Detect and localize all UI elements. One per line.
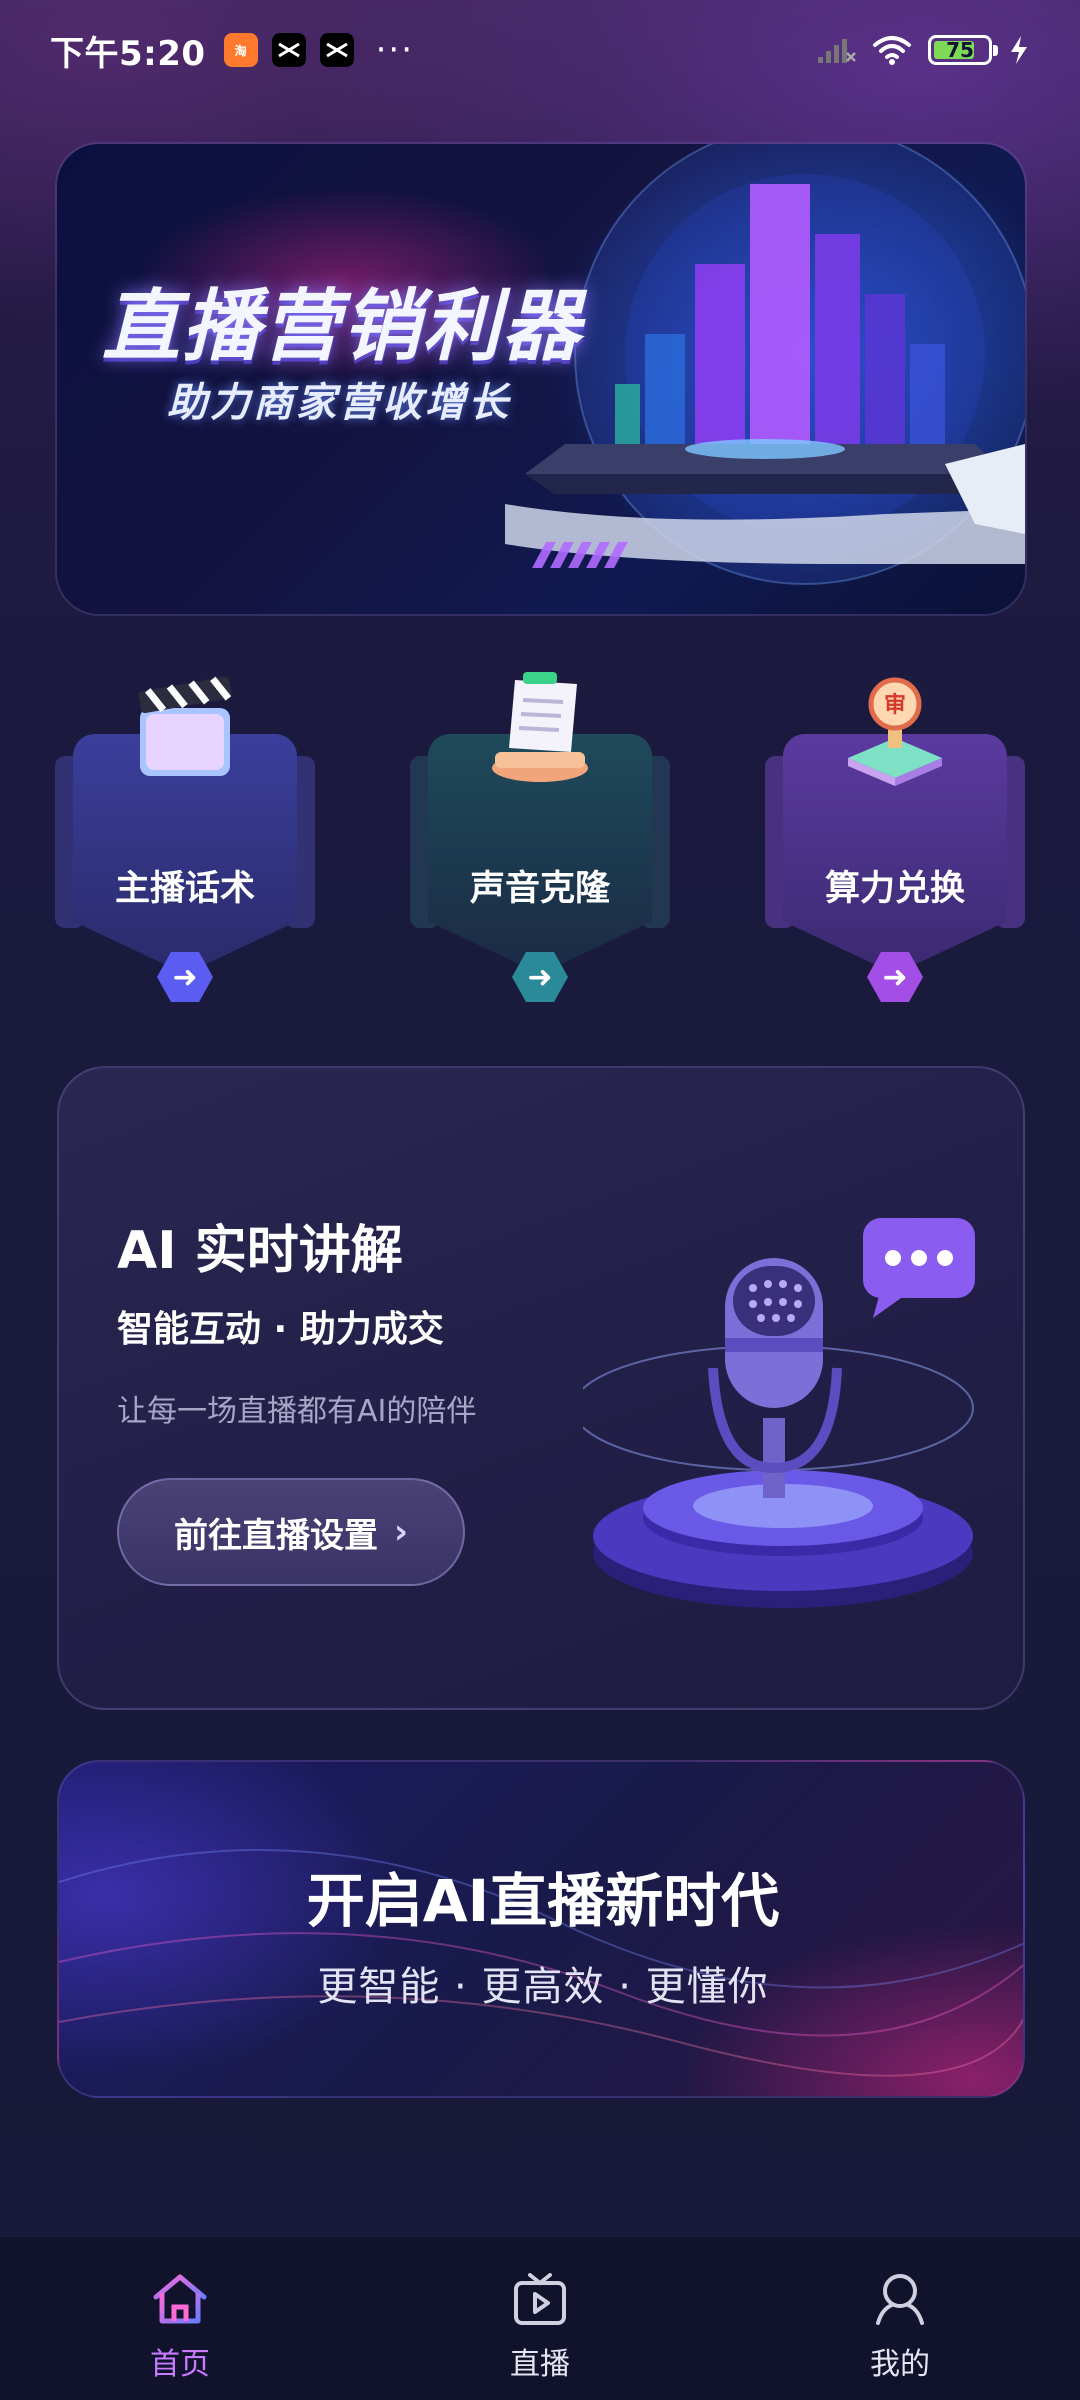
tv-play-icon [514, 2273, 566, 2325]
ai-panel-subtitle: 智能互动 · 助力成交 [117, 1309, 444, 1350]
status-app-icons: 淘 ··· [223, 30, 415, 70]
seal-icon: 审 [848, 677, 942, 786]
battery-level: 75 [946, 38, 974, 62]
button-label: 前往直播设置 [173, 1515, 378, 1556]
taobao-icon: 淘 [223, 33, 258, 67]
ai-live-explain-panel: AI 实时讲解 智能互动 · 助力成交 让每一场直播都有AI的陪伴 前往直播设置… [57, 1066, 1025, 1710]
feature-grid: 主播话术 ➜ 声音克隆 ➜ 审 算力兑换 ➜ [55, 660, 1025, 1020]
promo-title: 开启AI直播新时代 [306, 1867, 780, 1935]
signal-icon [818, 39, 856, 63]
more-notifications-icon: ··· [375, 30, 415, 70]
capcut-icon [271, 33, 306, 67]
bottom-navigation: 首页 直播 我的 [0, 2236, 1080, 2400]
hero-banner[interactable]: 直播营销利器 助力商家营收增长 [57, 144, 1025, 614]
capcut-icon [319, 33, 354, 67]
user-icon [876, 2274, 924, 2325]
battery-indicator: 75 [928, 35, 998, 65]
decorative-stripes [532, 542, 628, 568]
wifi-icon [873, 36, 911, 65]
status-bar: 下午5:20 淘 ··· 75 [0, 0, 1080, 100]
feature-card-voice-clone[interactable]: 声音克隆 ➜ [410, 660, 670, 1020]
clapperboard-icon [138, 676, 232, 776]
scroll-icon [492, 672, 588, 782]
feature-label: 主播话术 [114, 869, 255, 909]
ai-panel-title: AI 实时讲解 [117, 1221, 403, 1281]
nav-label: 首页 [150, 2347, 210, 2382]
promo-banner[interactable]: 开启AI直播新时代 更智能 · 更高效 · 更懂你 [57, 1760, 1025, 2098]
go-live-settings-button[interactable]: 前往直播设置 › [117, 1478, 465, 1586]
status-time: 下午5:20 [50, 33, 206, 74]
promo-subtitle: 更智能 · 更高效 · 更懂你 [317, 1964, 769, 2010]
nav-item-live[interactable]: 直播 [360, 2237, 720, 2400]
feature-card-compute-exchange[interactable]: 审 算力兑换 ➜ [765, 660, 1025, 1020]
svg-text:审: 审 [884, 692, 906, 718]
microphone-illustration [583, 1218, 975, 1608]
feature-label: 声音克隆 [469, 869, 610, 909]
nav-item-home[interactable]: 首页 [0, 2237, 360, 2400]
hero-title: 直播营销利器 [102, 282, 583, 372]
nav-label: 我的 [870, 2347, 930, 2382]
hero-subtitle: 助力商家营收增长 [167, 380, 511, 426]
feature-card-anchor-script[interactable]: 主播话术 ➜ [55, 660, 315, 1020]
chevron-right-icon: › [393, 1512, 408, 1552]
charging-icon [1011, 36, 1027, 64]
home-icon [153, 2274, 207, 2324]
ai-panel-description: 让每一场直播都有AI的陪伴 [117, 1394, 477, 1429]
nav-label: 直播 [510, 2347, 570, 2382]
feature-label: 算力兑换 [824, 869, 965, 909]
nav-item-profile[interactable]: 我的 [720, 2237, 1080, 2400]
